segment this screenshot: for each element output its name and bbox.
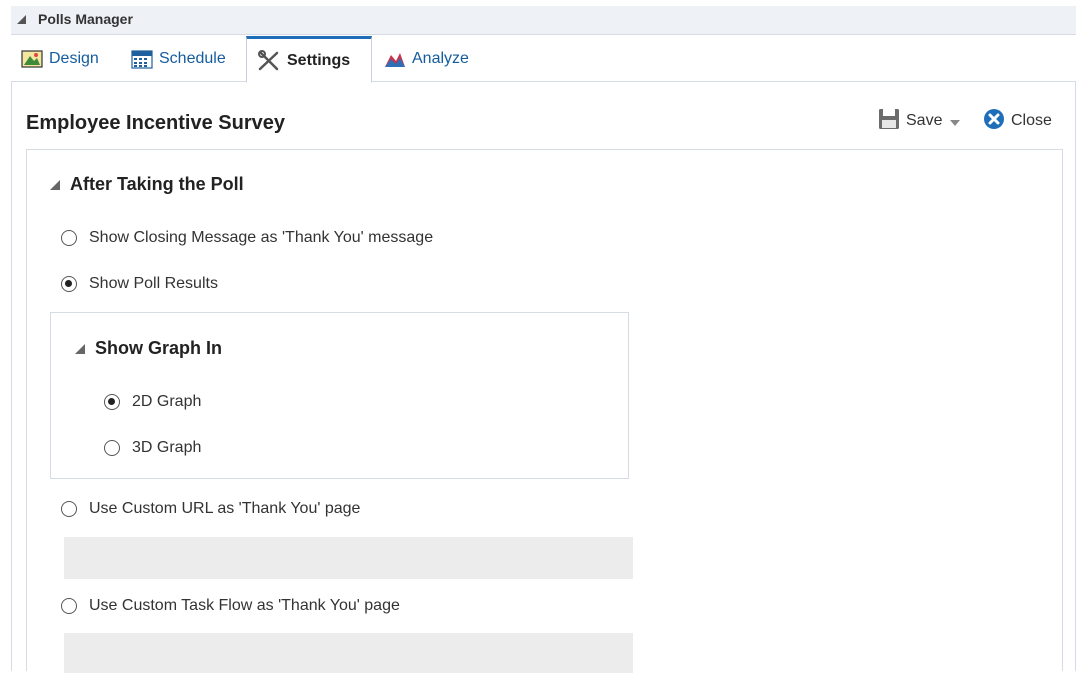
close-icon [983, 108, 1005, 135]
close-label: Close [1011, 112, 1052, 129]
radio-label: Use Custom Task Flow as 'Thank You' page [89, 597, 400, 614]
radio-custom-url[interactable]: Use Custom URL as 'Thank You' page [61, 500, 360, 518]
save-label: Save [906, 112, 943, 129]
radio-label: Show Poll Results [89, 275, 218, 292]
radio-button[interactable] [61, 276, 77, 292]
after-poll-heading[interactable]: After Taking the Poll [50, 174, 244, 195]
radio-button[interactable] [104, 394, 120, 410]
radio-button[interactable] [104, 440, 120, 456]
collapse-triangle-icon[interactable] [17, 15, 26, 24]
tab-analyze-label: Analyze [412, 50, 469, 67]
radio-custom-task-flow[interactable]: Use Custom Task Flow as 'Thank You' page [61, 597, 400, 615]
calendar-icon [131, 49, 153, 69]
radio-2d-graph[interactable]: 2D Graph [104, 393, 201, 411]
radio-label: 2D Graph [132, 393, 202, 410]
radio-label: Show Closing Message as 'Thank You' mess… [89, 229, 434, 246]
tab-strip: Design Schedule Settings Analyze [11, 36, 1076, 83]
page-title: Employee Incentive Survey [26, 112, 286, 134]
tab-schedule-label: Schedule [159, 50, 226, 67]
tools-icon [257, 49, 281, 72]
radio-show-poll-results[interactable]: Show Poll Results [61, 275, 218, 293]
tab-analyze[interactable]: Analyze [384, 36, 469, 82]
polls-manager-header: Polls Manager [11, 6, 1076, 35]
disclosure-triangle-icon [75, 343, 85, 354]
radio-button[interactable] [61, 230, 77, 246]
design-icon [21, 49, 43, 69]
tab-settings-label: Settings [287, 51, 351, 69]
header-title: Polls Manager [38, 11, 133, 27]
tab-settings[interactable]: Settings [246, 36, 372, 83]
custom-url-input[interactable] [64, 537, 633, 579]
save-icon [878, 108, 900, 135]
disclosure-triangle-icon [50, 179, 60, 190]
custom-task-flow-input[interactable] [64, 633, 633, 673]
radio-3d-graph[interactable]: 3D Graph [104, 439, 201, 457]
chart-icon [384, 49, 406, 69]
radio-closing-message[interactable]: Show Closing Message as 'Thank You' mess… [61, 229, 433, 247]
radio-button[interactable] [61, 501, 77, 517]
radio-label: Use Custom URL as 'Thank You' page [89, 500, 361, 517]
radio-label: 3D Graph [132, 439, 202, 456]
show-graph-heading[interactable]: Show Graph In [75, 338, 222, 359]
show-graph-heading-label: Show Graph In [95, 338, 223, 358]
radio-button[interactable] [61, 598, 77, 614]
tab-design[interactable]: Design [21, 36, 99, 82]
tab-design-label: Design [49, 50, 99, 67]
save-dropdown-caret-icon[interactable] [950, 119, 961, 126]
tab-schedule[interactable]: Schedule [131, 36, 226, 82]
save-button[interactable]: Save [878, 108, 961, 135]
close-button[interactable]: Close [983, 108, 1052, 134]
after-poll-heading-label: After Taking the Poll [70, 174, 244, 194]
